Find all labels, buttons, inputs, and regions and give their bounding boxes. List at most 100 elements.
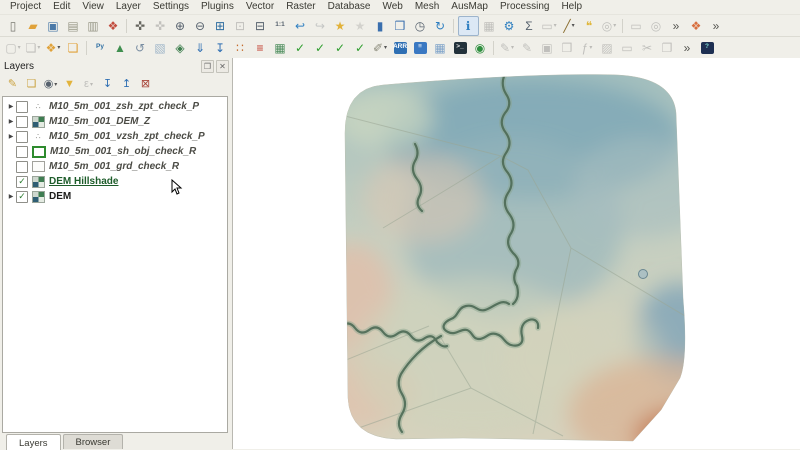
new-print-layout-icon[interactable]: ▤: [64, 17, 83, 35]
python-console-icon[interactable]: Py: [91, 39, 110, 57]
help-plugin-icon[interactable]: ?: [698, 39, 717, 57]
check-tool-4-icon[interactable]: ✓: [351, 39, 370, 57]
zoom-out-icon[interactable]: ⊖: [191, 17, 210, 35]
expand-arrow-icon[interactable]: ▶: [6, 118, 16, 125]
add-layer-stack-icon[interactable]: ❖: [687, 17, 706, 35]
save-project-icon[interactable]: ▣: [44, 17, 63, 35]
check-tool-3-icon[interactable]: ✓: [331, 39, 350, 57]
zoom-in-icon[interactable]: ⊕: [171, 17, 190, 35]
check-tool-2-icon[interactable]: ✓: [311, 39, 330, 57]
layer-row[interactable]: ▶ ∴ M10_5m_001_zsh_zpt_check_P: [3, 99, 227, 114]
toolbar-overflow-1-icon[interactable]: »: [667, 17, 686, 35]
layer-visibility-checkbox[interactable]: [16, 115, 28, 128]
tof-points-tool-icon[interactable]: ∷: [231, 39, 250, 57]
menu-item-settings[interactable]: Settings: [147, 0, 195, 14]
bookmark-manager-icon[interactable]: ▮: [371, 17, 390, 35]
reload-tool-icon[interactable]: ↺: [131, 39, 150, 57]
menu-item-vector[interactable]: Vector: [240, 0, 280, 14]
new-layer-icon[interactable]: ❏: [64, 39, 83, 57]
layout-manager-icon[interactable]: ▥: [84, 17, 103, 35]
grid-graph-tool-icon[interactable]: ▦: [431, 39, 450, 57]
road-shield-tool-icon[interactable]: ◈: [171, 39, 190, 57]
new-bookmark-icon[interactable]: ★: [331, 17, 350, 35]
raster-image-tool-icon[interactable]: ▦: [271, 39, 290, 57]
expand-arrow-icon[interactable]: ▶: [6, 103, 16, 110]
layer-row[interactable]: ✓ DEM Hillshade: [3, 174, 227, 189]
color-bars-tool-icon[interactable]: ≡: [251, 39, 270, 57]
layer-visibility-checkbox[interactable]: ✓: [16, 190, 28, 203]
clip-tool-icon[interactable]: ✐ ▾: [371, 39, 390, 57]
measure-line-icon[interactable]: ╱ ▾: [560, 17, 579, 35]
layer-visibility-checkbox[interactable]: [16, 100, 28, 113]
map-tips-icon[interactable]: ❝: [580, 17, 599, 35]
refresh-map-icon[interactable]: ↻: [431, 17, 450, 35]
download-layer-alt-icon[interactable]: ↧: [211, 39, 230, 57]
manage-map-themes-icon[interactable]: ◉ ▾: [42, 76, 60, 93]
menu-item-project[interactable]: Project: [4, 0, 47, 14]
toolbar-overflow-2-icon[interactable]: »: [707, 17, 726, 35]
filter-by-expression-dropdown-icon[interactable]: ▾: [90, 82, 93, 88]
layer-row[interactable]: ▶ ✓ DEM: [3, 189, 227, 204]
open-project-icon[interactable]: ▰: [24, 17, 43, 35]
data-source-manager-dropdown-icon[interactable]: ▾: [57, 45, 60, 51]
layer-row[interactable]: ▶ ∴ M10_5m_001_vzsh_zpt_check_P: [3, 129, 227, 144]
layer-name[interactable]: M10_5m_001_sh_obj_check_R: [50, 146, 196, 157]
add-group-icon[interactable]: ❏: [23, 76, 41, 93]
style-manager-icon[interactable]: ❖: [104, 17, 123, 35]
measure-line-dropdown-icon[interactable]: ▾: [572, 23, 575, 29]
menu-item-view[interactable]: View: [76, 0, 110, 14]
menu-item-ausmap[interactable]: AusMap: [445, 0, 494, 14]
menu-item-processing[interactable]: Processing: [494, 0, 555, 14]
layer-visibility-checkbox[interactable]: ✓: [16, 175, 28, 188]
zoom-full-icon[interactable]: ⊞: [211, 17, 230, 35]
print-composer-dropdown-icon[interactable]: ▾: [554, 23, 557, 29]
zoom-last-icon[interactable]: ↩: [291, 17, 310, 35]
layer-row[interactable]: ▶ M10_5m_001_DEM_Z: [3, 114, 227, 129]
deselect-features-dropdown-icon[interactable]: ▾: [37, 45, 40, 51]
map-canvas[interactable]: [233, 58, 800, 449]
zoom-native-icon[interactable]: 1:1: [271, 17, 290, 35]
layer-name[interactable]: M10_5m_001_grd_check_R: [49, 161, 179, 172]
expand-all-icon[interactable]: ↧: [99, 76, 117, 93]
processing-toolbox-icon[interactable]: ⚙: [500, 17, 519, 35]
field-calculator-dropdown-icon[interactable]: ▾: [589, 45, 592, 51]
toolbar-overflow-3-icon[interactable]: »: [678, 39, 697, 57]
identify-green-tool-icon[interactable]: ◉: [471, 39, 490, 57]
dock-tab-layers[interactable]: Layers: [6, 434, 61, 450]
menu-item-plugins[interactable]: Plugins: [195, 0, 240, 14]
layer-visibility-checkbox[interactable]: [16, 130, 28, 143]
layer-name[interactable]: M10_5m_001_DEM_Z: [49, 116, 150, 127]
layer-visibility-checkbox[interactable]: [16, 160, 28, 173]
current-edits-dropdown-icon[interactable]: ▾: [511, 45, 514, 51]
new-map-view-icon[interactable]: ❒: [391, 17, 410, 35]
menu-item-layer[interactable]: Layer: [110, 0, 147, 14]
terrain-analysis-icon[interactable]: ▲: [111, 39, 130, 57]
terminal-tool-icon[interactable]: >_: [451, 39, 470, 57]
layer-name[interactable]: DEM: [49, 191, 71, 202]
open-layer-styling-icon[interactable]: ✎: [4, 76, 22, 93]
check-tool-1-icon[interactable]: ✓: [291, 39, 310, 57]
new-project-icon[interactable]: ▯: [4, 17, 23, 35]
zoom-to-layer-icon[interactable]: ⊟: [251, 17, 270, 35]
crumpled-map-tool-icon[interactable]: ▧: [151, 39, 170, 57]
temporal-controller-icon[interactable]: ◷: [411, 17, 430, 35]
menu-item-database[interactable]: Database: [322, 0, 377, 14]
layer-row[interactable]: M10_5m_001_sh_obj_check_R: [3, 144, 227, 159]
show-statistics-icon[interactable]: Σ: [520, 17, 539, 35]
panel-float-icon[interactable]: ❐: [201, 60, 214, 73]
layer-name[interactable]: M10_5m_001_vzsh_zpt_check_P: [49, 131, 205, 142]
layer-row[interactable]: M10_5m_001_grd_check_R: [3, 159, 227, 174]
menu-item-edit[interactable]: Edit: [47, 0, 76, 14]
menu-item-web[interactable]: Web: [376, 0, 408, 14]
arr-tool-icon[interactable]: ARR: [391, 39, 410, 57]
expand-arrow-icon[interactable]: ▶: [6, 133, 16, 140]
layer-name[interactable]: M10_5m_001_zsh_zpt_check_P: [49, 101, 199, 112]
download-layer-icon[interactable]: ⇓: [191, 39, 210, 57]
menu-item-raster[interactable]: Raster: [280, 0, 321, 14]
collapse-all-icon[interactable]: ↥: [118, 76, 136, 93]
select-features-dropdown-icon[interactable]: ▾: [18, 45, 21, 51]
blue-list-tool-icon[interactable]: ≡: [411, 39, 430, 57]
dock-tab-browser[interactable]: Browser: [62, 434, 124, 449]
expand-arrow-icon[interactable]: ▶: [6, 193, 16, 200]
clip-tool-dropdown-icon[interactable]: ▾: [384, 45, 387, 51]
